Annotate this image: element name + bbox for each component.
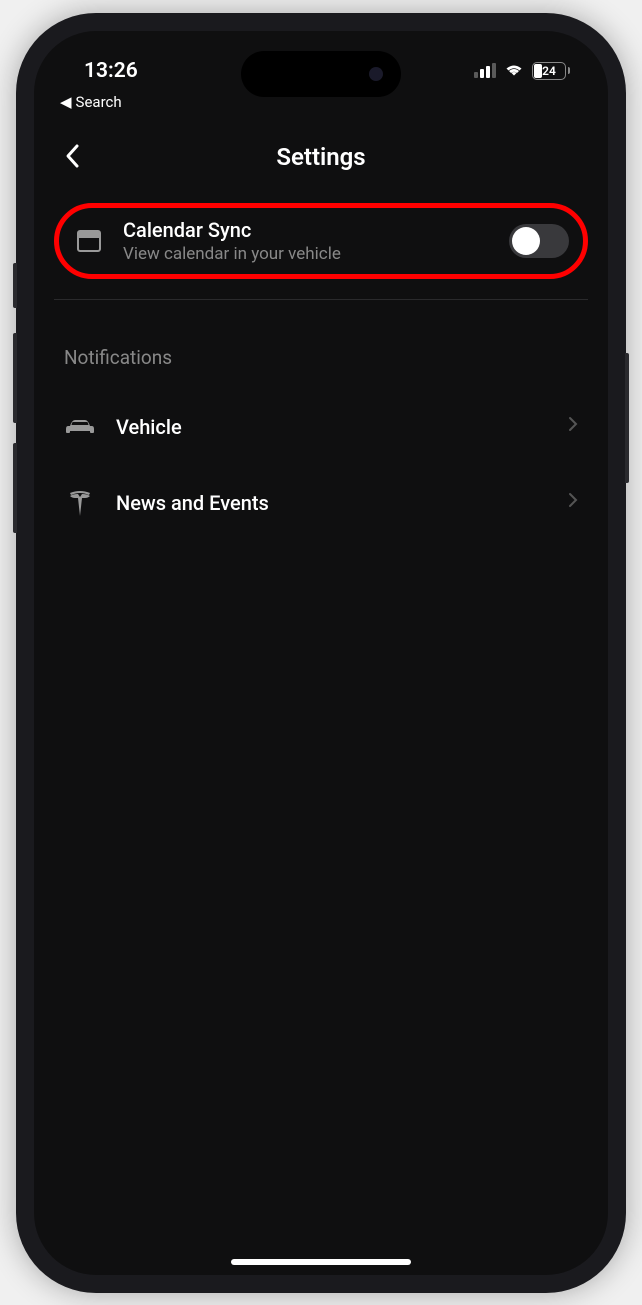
phone-side-button xyxy=(625,353,629,483)
notifications-section-header: Notifications xyxy=(54,300,588,389)
tesla-icon xyxy=(64,487,96,519)
dynamic-island xyxy=(241,51,401,97)
cellular-signal-icon xyxy=(474,64,496,78)
car-icon xyxy=(64,411,96,443)
calendar-sync-row[interactable]: Calendar Sync View calendar in your vehi… xyxy=(73,218,569,264)
breadcrumb-caret-icon: ◀ xyxy=(60,93,72,111)
calendar-sync-title: Calendar Sync xyxy=(123,218,491,242)
chevron-right-icon xyxy=(568,492,578,513)
status-time: 13:26 xyxy=(84,59,138,83)
nav-label-vehicle: Vehicle xyxy=(116,415,548,439)
calendar-sync-subtitle: View calendar in your vehicle xyxy=(123,244,491,264)
breadcrumb-label: Search xyxy=(76,93,122,111)
back-button[interactable] xyxy=(64,143,80,176)
calendar-sync-text: Calendar Sync View calendar in your vehi… xyxy=(123,218,491,264)
calendar-sync-highlight: Calendar Sync View calendar in your vehi… xyxy=(54,203,588,279)
page-title: Settings xyxy=(276,143,365,171)
toggle-knob xyxy=(512,227,540,255)
calendar-sync-toggle[interactable] xyxy=(509,224,569,258)
content: Calendar Sync View calendar in your vehi… xyxy=(34,195,608,549)
status-icons: 24 xyxy=(474,62,570,80)
nav-row-vehicle[interactable]: Vehicle xyxy=(54,389,588,465)
phone-frame: 13:26 24 ◀ Search xyxy=(16,13,626,1293)
chevron-left-icon xyxy=(64,143,80,169)
screen: 13:26 24 ◀ Search xyxy=(34,31,608,1275)
nav-label-news: News and Events xyxy=(116,491,548,515)
chevron-right-icon xyxy=(568,416,578,437)
battery-icon: 24 xyxy=(532,62,570,80)
nav-row-news[interactable]: News and Events xyxy=(54,465,588,541)
nav-header: Settings xyxy=(34,113,608,195)
wifi-icon xyxy=(504,63,524,78)
battery-percent: 24 xyxy=(542,64,556,78)
calendar-icon xyxy=(73,225,105,257)
home-indicator[interactable] xyxy=(231,1259,411,1265)
